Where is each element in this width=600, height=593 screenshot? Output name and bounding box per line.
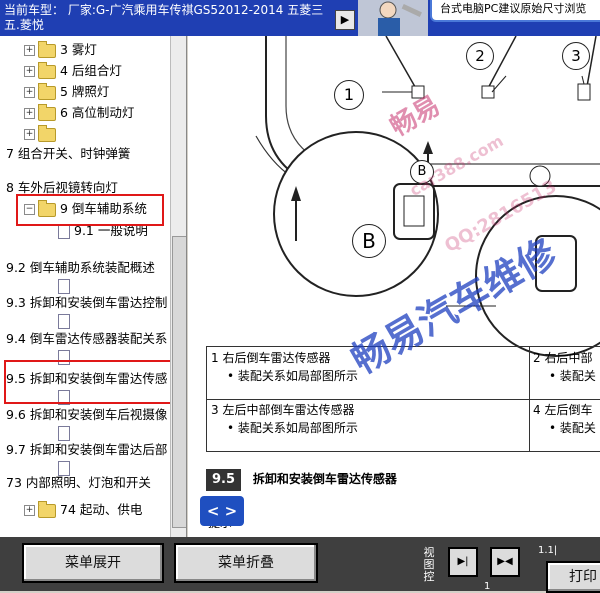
expand-icon[interactable]: + — [24, 66, 35, 77]
menu-tree[interactable]: +3 雾灯 +4 后组合灯 +5 牌照灯 +6 高位制动灯 +7 组合开关、时钟弹簧 8 … — [0, 36, 187, 537]
tree-item-label: 5 牌照灯 — [60, 84, 110, 99]
tree-item-label: 6 高位制动灯 — [60, 105, 135, 120]
page-nav-button[interactable]: < > — [200, 496, 244, 526]
tree-item-label: 9.2 倒车辅助系统装配概述 — [6, 260, 155, 275]
title-bar: 当前车型： 厂家:G-广汽乘用车传祺GS52012-2014 五菱三五.菱悦 ▶… — [0, 0, 600, 36]
tree-item-high-brake-lamp[interactable]: +6 高位制动灯 — [24, 103, 134, 123]
tree-item-blank[interactable]: + — [24, 124, 60, 144]
folder-icon — [38, 40, 56, 58]
tree-item-label: 9.7 拆卸和安装倒车雷达后部 — [6, 442, 168, 457]
menu-expand-button[interactable]: 菜单展开 — [22, 543, 164, 583]
tree-item-combo-switch[interactable]: 7 组合开关、时钟弹簧 — [6, 144, 130, 164]
caption-3: 3 左后中部倒车雷达传感器 — [211, 403, 355, 417]
expand-icon[interactable]: + — [24, 45, 35, 56]
folder-icon — [38, 124, 56, 142]
tree-subitem[interactable] — [58, 311, 74, 331]
next-page-icon[interactable]: ▶| — [448, 547, 478, 577]
expand-icon[interactable]: + — [24, 87, 35, 98]
expand-icon[interactable]: + — [24, 129, 35, 140]
tree-item-label: 4 后组合灯 — [60, 63, 122, 78]
section-heading: 9.5 拆卸和安装倒车雷达传感器 — [206, 468, 397, 491]
folder-icon — [38, 82, 56, 100]
document-icon — [58, 224, 70, 239]
section-title: 拆卸和安装倒车雷达传感器 — [252, 472, 397, 486]
window-title: 当前车型： 厂家:G-广汽乘用车传祺GS52012-2014 五菱三五.菱悦 — [4, 3, 324, 32]
tree-item-fog-lamp[interactable]: +3 雾灯 — [24, 40, 97, 60]
tree-item-73[interactable]: 73 内部照明、灯泡和开关 — [6, 473, 151, 493]
tree-item-9-4[interactable]: 9.4 倒车雷达传感器装配关系 — [6, 329, 167, 349]
tree-item-label: 7 组合开关、时钟弹簧 — [6, 146, 131, 161]
callout-3: 3 — [562, 42, 590, 70]
caption-4-sub: • 装配关 — [549, 421, 596, 435]
tree-item-plate-lamp[interactable]: +5 牌照灯 — [24, 82, 109, 102]
mechanic-logo — [358, 0, 428, 36]
tree-scroll-thumb[interactable] — [172, 236, 186, 528]
caption-1-sub: • 装配关系如局部图所示 — [227, 369, 358, 383]
caption-1: 1 右后倒车雷达传感器 — [211, 351, 331, 365]
callout-2: 2 — [466, 42, 494, 70]
print-button[interactable]: 打印 — [546, 561, 600, 593]
caption-2-sub: • 装配关 — [549, 369, 596, 383]
document-icon — [58, 314, 70, 329]
folder-icon — [38, 61, 56, 79]
tree-item-label: 9.3 拆卸和安装倒车雷达控制 — [6, 295, 168, 310]
tree-item-label: 74 起动、供电 — [60, 502, 143, 517]
tree-item-label: 9.6 拆卸和安装倒车后视摄像 — [6, 407, 168, 422]
expand-icon[interactable]: + — [24, 108, 35, 119]
notice-banner: 台式电脑PC建议原始尺寸浏览 — [430, 0, 600, 22]
tree-item-9-6[interactable]: 9.6 拆卸和安装倒车后视摄像 — [6, 405, 167, 425]
caption-2: 2 右后中部 — [533, 351, 593, 365]
document-icon — [58, 279, 70, 294]
tree-scrollbar[interactable] — [170, 36, 186, 537]
view-control-label: 视图控 — [423, 546, 435, 583]
play-arrow-icon[interactable]: ▶ — [335, 10, 355, 30]
folder-icon — [38, 103, 56, 121]
caption-4: 4 左后倒车 — [533, 403, 593, 417]
callout-1: 1 — [334, 80, 364, 110]
tree-item-rear-combo-lamp[interactable]: +4 后组合灯 — [24, 61, 122, 81]
detail-label-b-large: B — [352, 224, 386, 258]
document-icon — [58, 426, 70, 441]
highlight-box-item-9-5 — [4, 360, 182, 404]
fit-page-icon[interactable]: ▶◀ — [490, 547, 520, 577]
page-number: 1 — [484, 581, 491, 592]
tree-item-label: 9.4 倒车雷达传感器装配关系 — [6, 331, 168, 346]
bottom-toolbar: 菜单展开 菜单折叠 视图控 ▶| ▶◀ 1.1| 1 打印 — [0, 537, 600, 593]
tree-item-label: 8 车外后视镜转向灯 — [6, 180, 118, 195]
tree-item-label: 73 内部照明、灯泡和开关 — [6, 475, 151, 490]
tree-item-label: 3 雾灯 — [60, 42, 97, 57]
tree-item-9-3[interactable]: 9.3 拆卸和安装倒车雷达控制 — [6, 293, 167, 313]
document-pane: 1 2 3 B B 1 右后倒车雷达传感器 • 装配关系如局部图所示 2 右后中… — [188, 36, 600, 537]
menu-collapse-button[interactable]: 菜单折叠 — [174, 543, 318, 583]
tree-item-9-2[interactable]: 9.2 倒车辅助系统装配概述 — [6, 258, 155, 278]
tree-item-74[interactable]: +74 起动、供电 — [24, 500, 142, 520]
highlight-box-folder-9 — [16, 194, 164, 226]
tree-item-9-7[interactable]: 9.7 拆卸和安装倒车雷达后部 — [6, 440, 167, 460]
caption-3-sub: • 装配关系如局部图所示 — [227, 421, 358, 435]
expand-icon[interactable]: + — [24, 505, 35, 516]
folder-icon — [38, 500, 56, 518]
page-indicator: 1.1| — [538, 545, 558, 556]
section-number: 9.5 — [206, 469, 242, 491]
